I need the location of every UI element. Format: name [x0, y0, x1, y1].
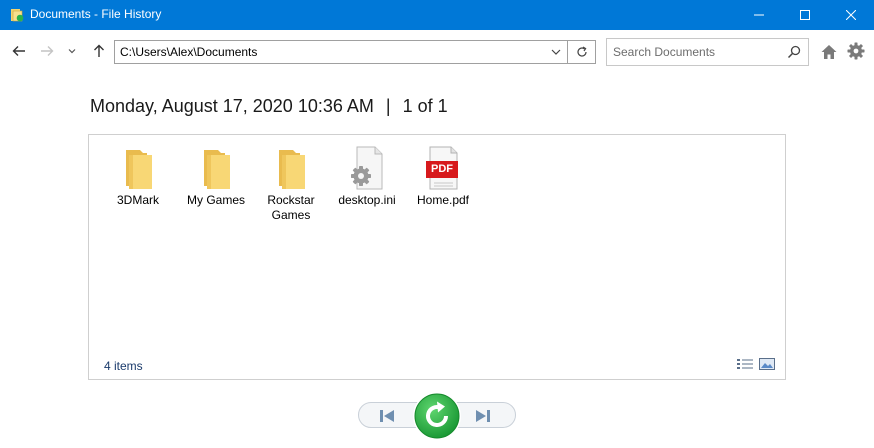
up-button[interactable] [90, 42, 108, 60]
search-icon[interactable] [787, 45, 801, 59]
version-counter: 1 of 1 [402, 96, 448, 116]
refresh-icon [576, 46, 587, 57]
folder-icon [126, 150, 152, 189]
view-switcher [737, 357, 777, 371]
back-button[interactable] [10, 42, 28, 60]
version-navigation [358, 392, 516, 440]
pdf-badge-label: PDF [431, 163, 453, 175]
file-label: My Games [186, 193, 245, 207]
next-version-icon [476, 410, 490, 422]
restore-icon [414, 393, 460, 439]
next-version-button[interactable] [454, 402, 516, 428]
minimize-button[interactable] [736, 0, 782, 30]
chevron-down-icon[interactable] [549, 45, 563, 59]
address-bar[interactable]: C:\Users\Alex\Documents [114, 40, 568, 64]
file-browser-panel: 3DMark My Games Rockstar Games desktop.i… [88, 134, 786, 380]
file-label: Home.pdf [416, 193, 470, 207]
minimize-icon [754, 14, 764, 16]
file-label: desktop.ini [338, 193, 396, 207]
item-count: 4 items [104, 359, 143, 373]
folder-icon [204, 150, 230, 189]
back-arrow-icon [12, 46, 25, 56]
recent-dropdown-icon [68, 49, 76, 54]
gear-icon[interactable] [847, 42, 865, 60]
previous-version-button[interactable] [358, 402, 420, 428]
details-view-icon[interactable] [737, 358, 753, 370]
previous-version-icon [380, 410, 394, 422]
large-icons-view-icon[interactable] [759, 358, 775, 370]
restore-button[interactable] [413, 392, 461, 440]
recent-locations-button[interactable] [63, 42, 81, 60]
file-item-home-pdf[interactable]: PDF Home.pdf [403, 145, 483, 208]
file-item-desktop-ini[interactable]: desktop.ini [327, 145, 407, 208]
backup-date-header: Monday, August 17, 2020 10:36 AM | 1 of 1 [90, 96, 448, 117]
file-label: 3DMark [116, 193, 159, 207]
settings-file-icon [351, 146, 383, 190]
header-separator: | [385, 96, 391, 116]
address-path[interactable]: C:\Users\Alex\Documents [120, 45, 257, 59]
file-item-3dmark[interactable]: 3DMark [98, 145, 178, 208]
search-box[interactable]: Search Documents [606, 38, 809, 66]
close-button[interactable] [828, 0, 874, 30]
forward-button[interactable] [38, 42, 56, 60]
home-icon[interactable] [820, 43, 838, 61]
window-title: Documents - File History [30, 7, 162, 21]
navigation-toolbar: C:\Users\Alex\Documents Search Documents [0, 30, 874, 74]
maximize-button[interactable] [782, 0, 828, 30]
file-history-icon [11, 9, 24, 22]
file-item-my-games[interactable]: My Games [176, 145, 256, 208]
up-arrow-icon [94, 44, 104, 57]
folder-icon [279, 150, 305, 189]
refresh-button[interactable] [568, 40, 596, 64]
backup-date: Monday, August 17, 2020 10:36 AM [90, 96, 374, 116]
file-item-rockstar-games[interactable]: Rockstar Games [251, 145, 331, 223]
search-placeholder[interactable]: Search Documents [613, 45, 715, 59]
close-icon [846, 10, 856, 20]
file-label: Rockstar Games [267, 193, 315, 222]
title-bar: Documents - File History [0, 0, 874, 30]
forward-arrow-icon [41, 46, 54, 56]
maximize-icon [800, 10, 810, 20]
